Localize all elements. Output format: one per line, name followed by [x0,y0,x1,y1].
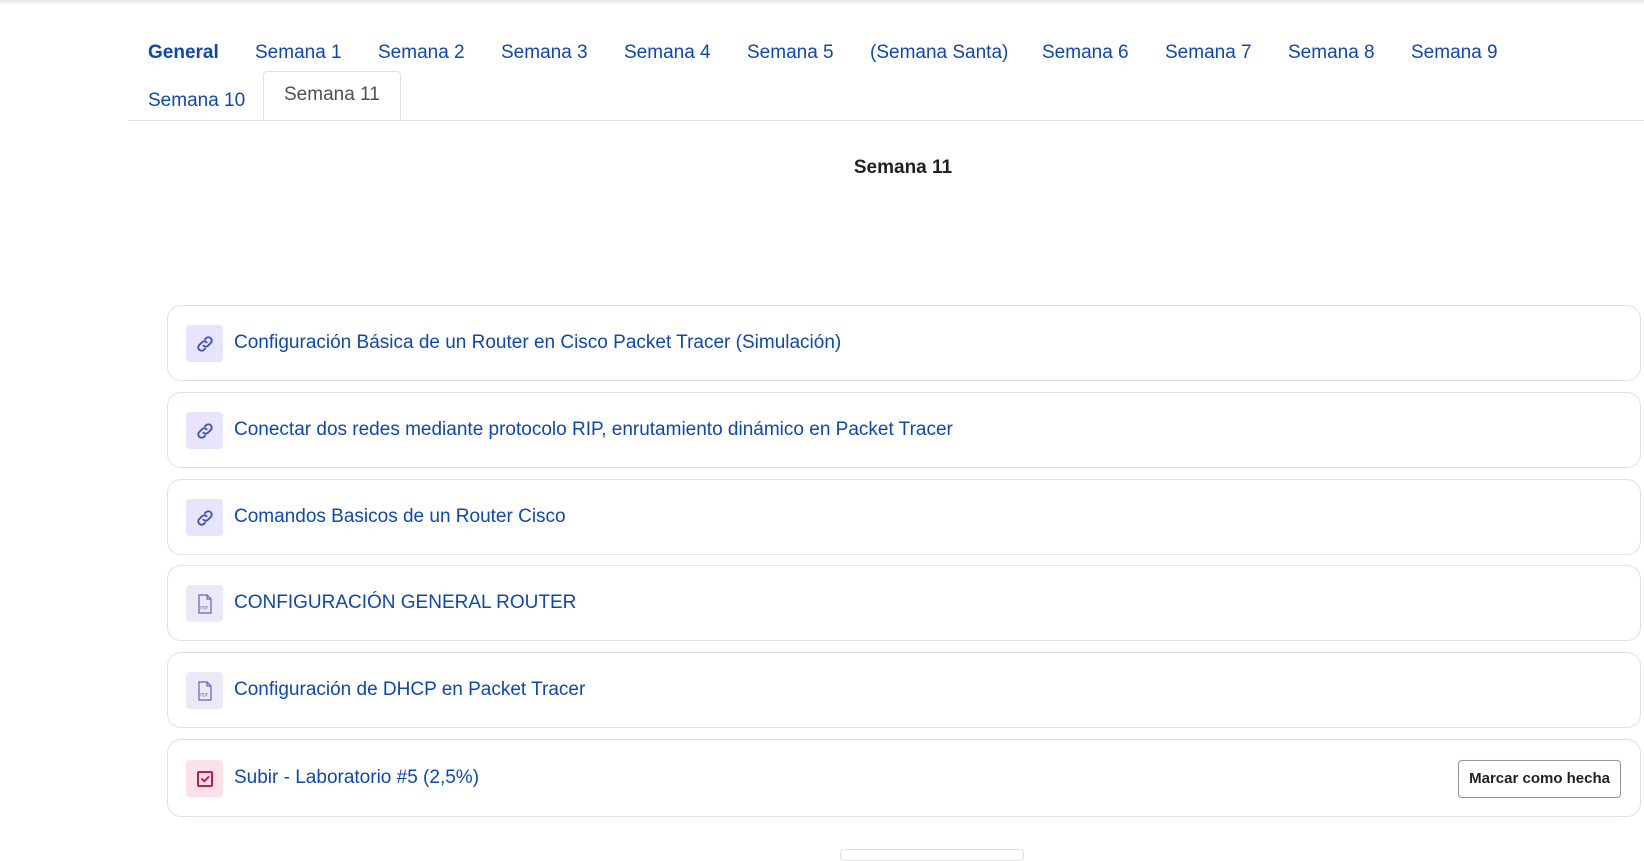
svg-text:PDF: PDF [200,605,209,610]
tab-semana-9[interactable]: Semana 9 [1391,30,1518,76]
tab-semana-2[interactable]: Semana 2 [358,30,485,76]
tab-semana-santa[interactable]: (Semana Santa) [850,30,1028,76]
link-icon [186,499,223,536]
section-title: Semana 11 [853,157,953,178]
tab-general[interactable]: General [128,30,239,76]
tab-semana-10[interactable]: Semana 10 [128,78,265,124]
section-tabs: General Semana 1 Semana 2 Semana 3 Seman… [128,30,1644,121]
activity-item: Comandos Basicos de un Router Cisco [167,479,1641,555]
activity-link[interactable]: Subir - Laboratorio #5 (2,5%) [234,740,479,816]
tab-semana-11[interactable]: Semana 11 [263,71,401,120]
tab-semana-1[interactable]: Semana 1 [235,30,362,76]
tab-semana-4[interactable]: Semana 4 [604,30,731,76]
link-icon [186,325,223,362]
activity-link[interactable]: Conectar dos redes mediante protocolo RI… [234,393,953,467]
link-icon [186,412,223,449]
section-navigation-stub [840,849,1024,861]
mark-as-done-button[interactable]: Marcar como hecha [1458,760,1621,798]
tab-semana-6[interactable]: Semana 6 [1022,30,1149,76]
tab-semana-7[interactable]: Semana 7 [1145,30,1272,76]
tab-semana-3[interactable]: Semana 3 [481,30,608,76]
activity-item: PDF Configuración de DHCP en Packet Trac… [167,652,1641,728]
activity-link[interactable]: Configuración de DHCP en Packet Tracer [234,653,585,727]
activity-item: Conectar dos redes mediante protocolo RI… [167,392,1641,468]
pdf-icon: PDF [186,672,223,709]
activity-link[interactable]: Comandos Basicos de un Router Cisco [234,480,566,554]
activity-item: Configuración Básica de un Router en Cis… [167,305,1641,381]
activity-item: Subir - Laboratorio #5 (2,5%) Marcar com… [167,739,1641,817]
assignment-icon [186,760,223,797]
pdf-icon: PDF [186,585,223,622]
activity-link[interactable]: CONFIGURACIÓN GENERAL ROUTER [234,566,576,640]
tab-semana-5[interactable]: Semana 5 [727,30,854,76]
activity-item: PDF CONFIGURACIÓN GENERAL ROUTER [167,565,1641,641]
top-shadow [0,0,1644,5]
svg-text:PDF: PDF [200,692,209,697]
activity-link[interactable]: Configuración Básica de un Router en Cis… [234,306,841,380]
tab-semana-8[interactable]: Semana 8 [1268,30,1395,76]
